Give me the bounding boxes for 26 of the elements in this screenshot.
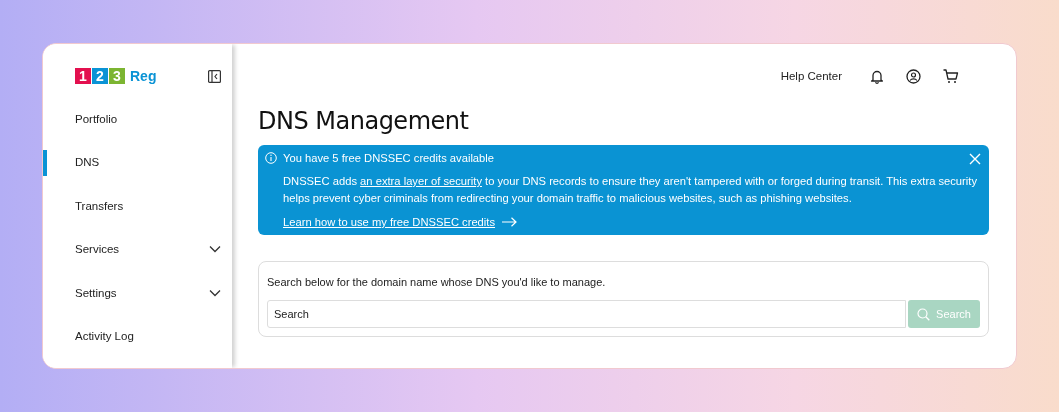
user-icon[interactable] xyxy=(906,68,921,84)
banner-description: DNSSEC adds an extra layer of security to your DNS records to ensure they aren't tampered with or forged during transit. This extra security helps prevent cyber criminals from redirecting your domain traffic to malicious websites, such as phishing websites. xyxy=(283,174,978,206)
search-icon xyxy=(917,307,931,321)
collapse-sidebar-icon[interactable] xyxy=(208,69,221,83)
logo-digit: 1 xyxy=(75,68,91,84)
bell-icon[interactable] xyxy=(870,68,884,84)
help-center-link[interactable]: Help Center xyxy=(780,70,842,82)
search-instructions: Search below for the domain name whose DNS you'd like to manage. xyxy=(267,276,607,288)
logo-text: Reg xyxy=(130,68,157,84)
sidebar-item[interactable]: Settings xyxy=(43,271,232,315)
page-title: DNS Management xyxy=(258,107,470,135)
banner-title: You have 5 free DNSSEC credits available xyxy=(283,152,495,164)
sidebar-item[interactable]: Transfers xyxy=(43,184,232,228)
sidebar-item[interactable]: Services xyxy=(43,227,232,271)
close-icon[interactable] xyxy=(969,153,981,165)
chevron-down-icon xyxy=(209,245,221,254)
logo-digit: 3 xyxy=(109,68,125,84)
arrow-right-icon xyxy=(502,217,518,227)
logo-digit: 2 xyxy=(92,68,108,84)
cart-icon[interactable] xyxy=(943,68,959,84)
active-indicator xyxy=(43,149,47,176)
sidebar-item[interactable]: DNS xyxy=(43,140,232,184)
info-icon xyxy=(265,152,277,164)
sidebar-item[interactable]: Portfolio xyxy=(43,97,232,141)
sidebar-item[interactable]: Activity Log xyxy=(43,314,232,358)
chevron-down-icon xyxy=(209,288,221,297)
